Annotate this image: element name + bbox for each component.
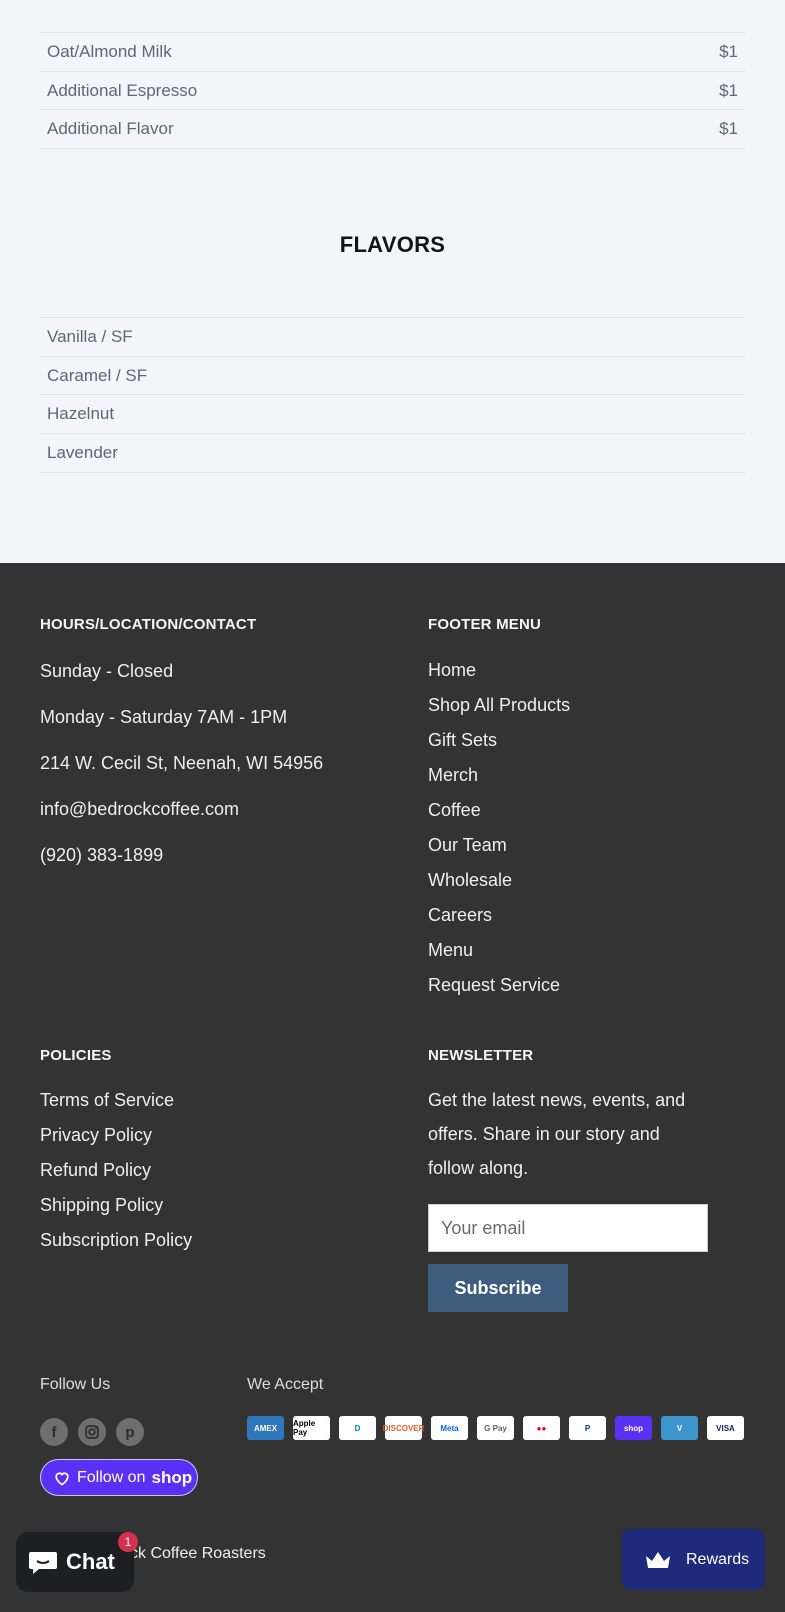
amex-icon: AMEX — [247, 1416, 284, 1440]
flavors-table: Vanilla / SF Caramel / SF Hazelnut Laven… — [40, 317, 745, 473]
addon-price: $1 — [719, 80, 738, 100]
footer-link-gift-sets[interactable]: Gift Sets — [428, 730, 497, 751]
footer-link-our-team[interactable]: Our Team — [428, 835, 507, 856]
flavor-name: Lavender — [47, 442, 118, 462]
footer-link-wholesale[interactable]: Wholesale — [428, 870, 512, 891]
subscribe-button[interactable]: Subscribe — [428, 1264, 568, 1312]
shop-brand: shop — [151, 1467, 193, 1487]
email-address: info@bedrockcoffee.com — [40, 799, 240, 819]
footer-link-home[interactable]: Home — [428, 660, 476, 681]
policies-heading: POLICIES — [40, 1047, 112, 1064]
footer-link-careers[interactable]: Careers — [428, 905, 492, 926]
newsletter-text: Get the latest news, events, and offers.… — [428, 1090, 686, 1178]
chat-notification-badge: 1 — [118, 1532, 138, 1552]
footer-link-menu[interactable]: Menu — [428, 940, 473, 961]
footer-menu-heading: FOOTER MENU — [428, 616, 542, 633]
instagram-icon[interactable] — [78, 1418, 106, 1446]
footer-link-request-service[interactable]: Request Service — [428, 975, 560, 996]
google-pay-icon: G Pay — [477, 1416, 514, 1440]
addons-table: Oat/Almond Milk $1 Additional Espresso $1 … — [40, 32, 745, 150]
table-row: Caramel / SF — [40, 357, 745, 396]
meta-pay-icon: Meta — [431, 1416, 468, 1440]
addon-price: $1 — [719, 41, 738, 61]
rewards-label: Rewards — [686, 1550, 750, 1568]
venmo-icon: V — [661, 1416, 698, 1440]
table-row: Lavender — [40, 434, 745, 473]
addon-name: Additional Flavor — [47, 119, 174, 139]
follow-on-shop-button[interactable]: Follow on shop — [40, 1459, 198, 1496]
email-input[interactable] — [428, 1204, 708, 1252]
crown-icon — [646, 1551, 670, 1568]
pinterest-icon[interactable]: p — [116, 1418, 144, 1446]
shop-pay-icon: shop — [615, 1416, 652, 1440]
mastercard-icon: ●● — [523, 1416, 560, 1440]
footer-link-merch[interactable]: Merch — [428, 765, 478, 786]
flavors-heading: FLAVORS — [339, 232, 446, 257]
addon-name: Additional Espresso — [47, 80, 198, 100]
chat-label: Chat — [66, 1549, 115, 1574]
chat-button[interactable]: Chat — [16, 1532, 134, 1592]
policy-link-terms[interactable]: Terms of Service — [40, 1090, 174, 1111]
footer-link-coffee[interactable]: Coffee — [428, 800, 481, 821]
policy-link-refund[interactable]: Refund Policy — [40, 1160, 151, 1181]
policy-link-privacy[interactable]: Privacy Policy — [40, 1125, 152, 1146]
policy-link-shipping[interactable]: Shipping Policy — [40, 1195, 163, 1216]
chat-bubble-icon — [29, 1552, 57, 1574]
footer-link-shop-all[interactable]: Shop All Products — [428, 695, 570, 716]
accept-heading: We Accept — [247, 1376, 324, 1393]
menu-section: Oat/Almond Milk $1 Additional Espresso $1 … — [0, 0, 785, 563]
flavor-name: Caramel / SF — [47, 365, 148, 385]
heart-icon — [55, 1471, 69, 1486]
flavor-name: Hazelnut — [47, 404, 115, 424]
table-row: Oat/Almond Milk $1 — [40, 33, 745, 72]
addon-price: $1 — [719, 119, 738, 139]
policy-link-subscription[interactable]: Subscription Policy — [40, 1230, 192, 1251]
follow-label: Follow on — [77, 1468, 146, 1486]
table-row: Vanilla / SF — [40, 318, 745, 357]
diners-club-icon: D — [339, 1416, 376, 1440]
payment-icons: AMEX Apple Pay D DISCOVER Meta G Pay ●● … — [247, 1416, 744, 1440]
contact-heading: HOURS/LOCATION/CONTACT — [40, 616, 257, 633]
discover-icon: DISCOVER — [383, 1416, 424, 1440]
table-row: Additional Flavor $1 — [40, 110, 745, 150]
rewards-button[interactable]: Rewards — [622, 1529, 765, 1590]
copyright-text: ck Coffee Roasters — [130, 1545, 266, 1562]
facebook-icon[interactable]: f — [40, 1418, 68, 1446]
address: 214 W. Cecil St, Neenah, WI 54956 — [40, 753, 324, 773]
table-row: Hazelnut — [40, 395, 745, 435]
site-footer: HOURS/LOCATION/CONTACT Sunday - Closed M… — [0, 563, 785, 1612]
flavor-name: Vanilla / SF — [47, 326, 133, 346]
phone-number: (920) 383-1899 — [40, 845, 164, 865]
newsletter-heading: NEWSLETTER — [428, 1047, 534, 1064]
apple-pay-icon: Apple Pay — [293, 1416, 330, 1440]
paypal-icon: P — [569, 1416, 606, 1440]
hours-weekday: Monday - Saturday 7AM - 1PM — [40, 707, 288, 727]
visa-icon: VISA — [707, 1416, 744, 1440]
table-row: Additional Espresso $1 — [40, 72, 745, 111]
hours-sunday: Sunday - Closed — [40, 661, 174, 681]
follow-heading: Follow Us — [40, 1376, 111, 1393]
addon-name: Oat/Almond Milk — [47, 41, 172, 61]
